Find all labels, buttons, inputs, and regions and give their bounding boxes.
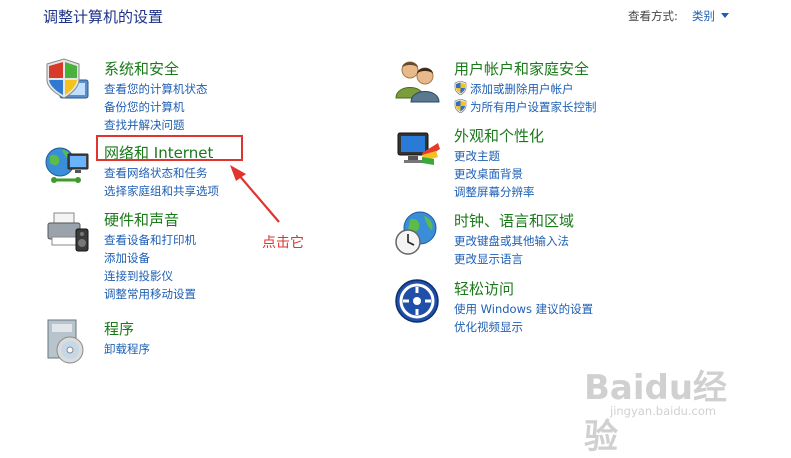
watermark-url: jingyan.baidu.com xyxy=(610,404,717,418)
annotation-text: 点击它 xyxy=(262,235,304,251)
baidu-watermark: Baidu经验 jingyan.baidu.com xyxy=(584,360,754,457)
